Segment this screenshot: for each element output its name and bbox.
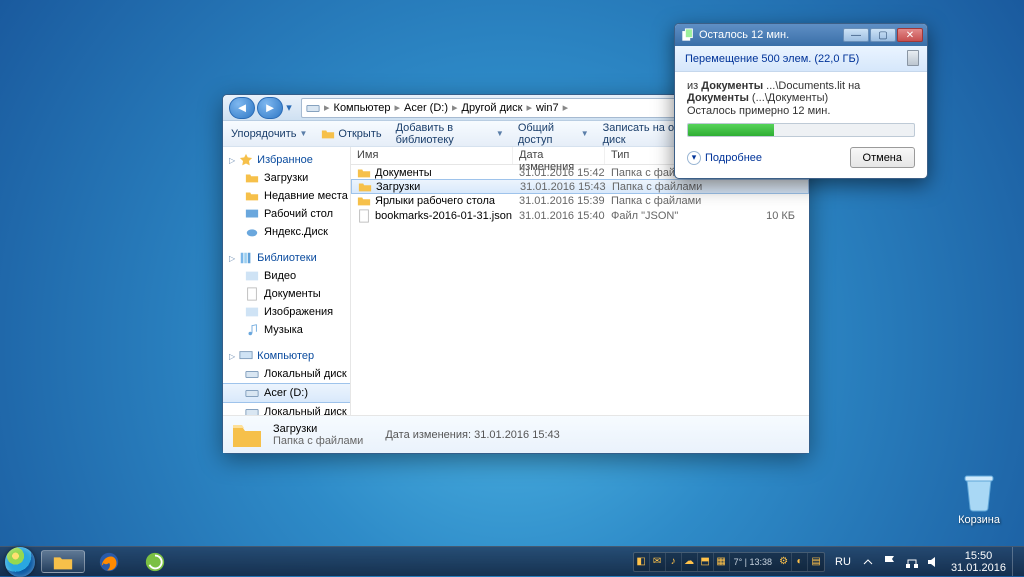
minimize-button[interactable]: — <box>843 28 869 42</box>
sidebar-item-drive-e[interactable]: Локальный диск (E:) <box>223 403 350 415</box>
file-row[interactable]: bookmarks-2016-01-31.json31.01.2016 15:4… <box>351 208 809 223</box>
nav-forward-button[interactable]: ► <box>257 97 283 119</box>
file-row[interactable]: Ярлыки рабочего стола31.01.2016 15:39Пап… <box>351 193 809 208</box>
network-tray-icon[interactable] <box>904 554 920 570</box>
widget-icon[interactable]: ⬒ <box>698 553 714 571</box>
sidebar-item-recent[interactable]: Недавние места <box>223 187 350 205</box>
share-button[interactable]: Общий доступ▼ <box>518 122 589 146</box>
maximize-button[interactable]: ▢ <box>870 28 896 42</box>
libraries-icon <box>239 251 253 265</box>
taskbar-explorer[interactable] <box>41 550 85 573</box>
taskbar-firefox[interactable] <box>87 550 131 573</box>
folder-icon <box>245 189 259 203</box>
folder-icon <box>52 551 74 573</box>
widget-icon[interactable]: ♪ <box>666 553 682 571</box>
sidebar-favorites-head[interactable]: ▷Избранное <box>223 151 350 169</box>
folder-icon <box>231 420 263 450</box>
video-icon <box>245 269 259 283</box>
col-name[interactable]: Имя <box>351 147 513 164</box>
file-row[interactable]: Загрузки31.01.2016 15:43Папка с файлами <box>351 179 809 194</box>
drive-icon <box>245 367 259 381</box>
breadcrumb-item[interactable]: win7 <box>536 102 559 114</box>
language-indicator[interactable]: RU <box>829 556 857 568</box>
copy-path-text: из Документы ...\Documents.lit на Докуме… <box>687 80 915 104</box>
open-icon <box>321 127 335 141</box>
widget-icon[interactable]: ▦ <box>714 553 730 571</box>
drive-icon <box>245 405 259 415</box>
taskbar-app[interactable] <box>133 550 177 573</box>
drive-icon <box>907 50 919 66</box>
widget-icon[interactable]: ◐ <box>792 553 808 571</box>
details-name: Загрузки <box>273 423 363 435</box>
copy-icon <box>681 28 695 42</box>
more-details-button[interactable]: ▾Подробнее <box>687 151 762 165</box>
organize-button[interactable]: Упорядочить▼ <box>231 128 307 140</box>
breadcrumb-item[interactable]: Acer (D:) <box>404 102 448 114</box>
star-icon <box>239 153 253 167</box>
show-desktop-button[interactable] <box>1012 547 1022 576</box>
dialog-titlebar[interactable]: Осталось 12 мин. — ▢ ✕ <box>675 24 927 46</box>
drive-icon <box>306 101 320 115</box>
sidebar-item-drive-d[interactable]: Acer (D:) <box>223 383 350 403</box>
col-date[interactable]: Дата изменения <box>513 147 605 164</box>
close-button[interactable]: ✕ <box>897 28 923 42</box>
documents-icon <box>245 287 259 301</box>
folder-icon <box>245 171 259 185</box>
clock[interactable]: 15:50 31.01.2016 <box>945 550 1012 574</box>
breadcrumb-item[interactable]: Компьютер <box>334 102 391 114</box>
progress-bar <box>687 123 915 137</box>
address-bar[interactable]: ▸ Компьютер▸ Acer (D:)▸ Другой диск▸ win… <box>301 98 729 118</box>
breadcrumb-item[interactable]: Другой диск <box>462 102 523 114</box>
pictures-icon <box>245 305 259 319</box>
sidebar-item-documents[interactable]: Документы <box>223 285 350 303</box>
widget-icon[interactable]: ☁ <box>682 553 698 571</box>
spiral-icon <box>144 551 166 573</box>
file-copy-dialog: Осталось 12 мин. — ▢ ✕ Перемещение 500 э… <box>674 23 928 179</box>
sidebar-libraries-head[interactable]: ▷Библиотеки <box>223 249 350 267</box>
recycle-bin[interactable]: Корзина <box>958 472 1000 526</box>
dialog-header: Перемещение 500 элем. (22,0 ГБ) <box>675 46 927 72</box>
widget-icon[interactable]: ◧ <box>634 553 650 571</box>
sidebar-item-pictures[interactable]: Изображения <box>223 303 350 321</box>
start-button[interactable] <box>0 547 40 576</box>
tray-widget[interactable]: ◧ ✉ ♪ ☁ ⬒ ▦ 7° | 13:38 ⚙ ◐ ▤ <box>633 552 825 572</box>
widget-icon[interactable]: ▤ <box>808 553 824 571</box>
file-list: Имя Дата изменения Тип Размер Документы3… <box>351 147 809 415</box>
sidebar-item-downloads[interactable]: Загрузки <box>223 169 350 187</box>
widget-text: 7° | 13:38 <box>730 557 776 567</box>
navigation-sidebar: ▷Избранное Загрузки Недавние места Рабоч… <box>223 147 351 415</box>
taskbar: ◧ ✉ ♪ ☁ ⬒ ▦ 7° | 13:38 ⚙ ◐ ▤ RU 15:50 31… <box>0 546 1024 576</box>
music-icon <box>245 323 259 337</box>
firefox-icon <box>98 551 120 573</box>
tray-chevron-icon[interactable] <box>860 554 876 570</box>
time-remaining: Осталось примерно 12 мин. <box>687 105 915 117</box>
details-pane: Загрузки Папка с файлами Дата изменения:… <box>223 415 809 453</box>
sidebar-item-music[interactable]: Музыка <box>223 321 350 339</box>
sidebar-item-videos[interactable]: Видео <box>223 267 350 285</box>
computer-icon <box>239 349 253 363</box>
cloud-icon <box>245 225 259 239</box>
desktop-icon <box>245 207 259 221</box>
add-to-library-button[interactable]: Добавить в библиотеку▼ <box>396 122 504 146</box>
dialog-title: Осталось 12 мин. <box>699 29 789 41</box>
widget-icon[interactable]: ✉ <box>650 553 666 571</box>
nav-history-dropdown[interactable]: ▾ <box>283 101 295 114</box>
flag-icon[interactable] <box>882 554 898 570</box>
widget-icon[interactable]: ⚙ <box>776 553 792 571</box>
volume-icon[interactable] <box>926 554 942 570</box>
cancel-button[interactable]: Отмена <box>850 147 915 168</box>
recycle-bin-label: Корзина <box>958 514 1000 526</box>
sidebar-item-desktop[interactable]: Рабочий стол <box>223 205 350 223</box>
open-button[interactable]: Открыть <box>321 127 381 141</box>
sidebar-item-drive-c[interactable]: Локальный диск (C:) <box>223 365 350 383</box>
drive-icon <box>245 386 259 400</box>
sidebar-item-yadisk[interactable]: Яндекс.Диск <box>223 223 350 241</box>
details-type: Папка с файлами <box>273 435 363 447</box>
nav-back-button[interactable]: ◄ <box>229 97 255 119</box>
sidebar-computer-head[interactable]: ▷Компьютер <box>223 347 350 365</box>
